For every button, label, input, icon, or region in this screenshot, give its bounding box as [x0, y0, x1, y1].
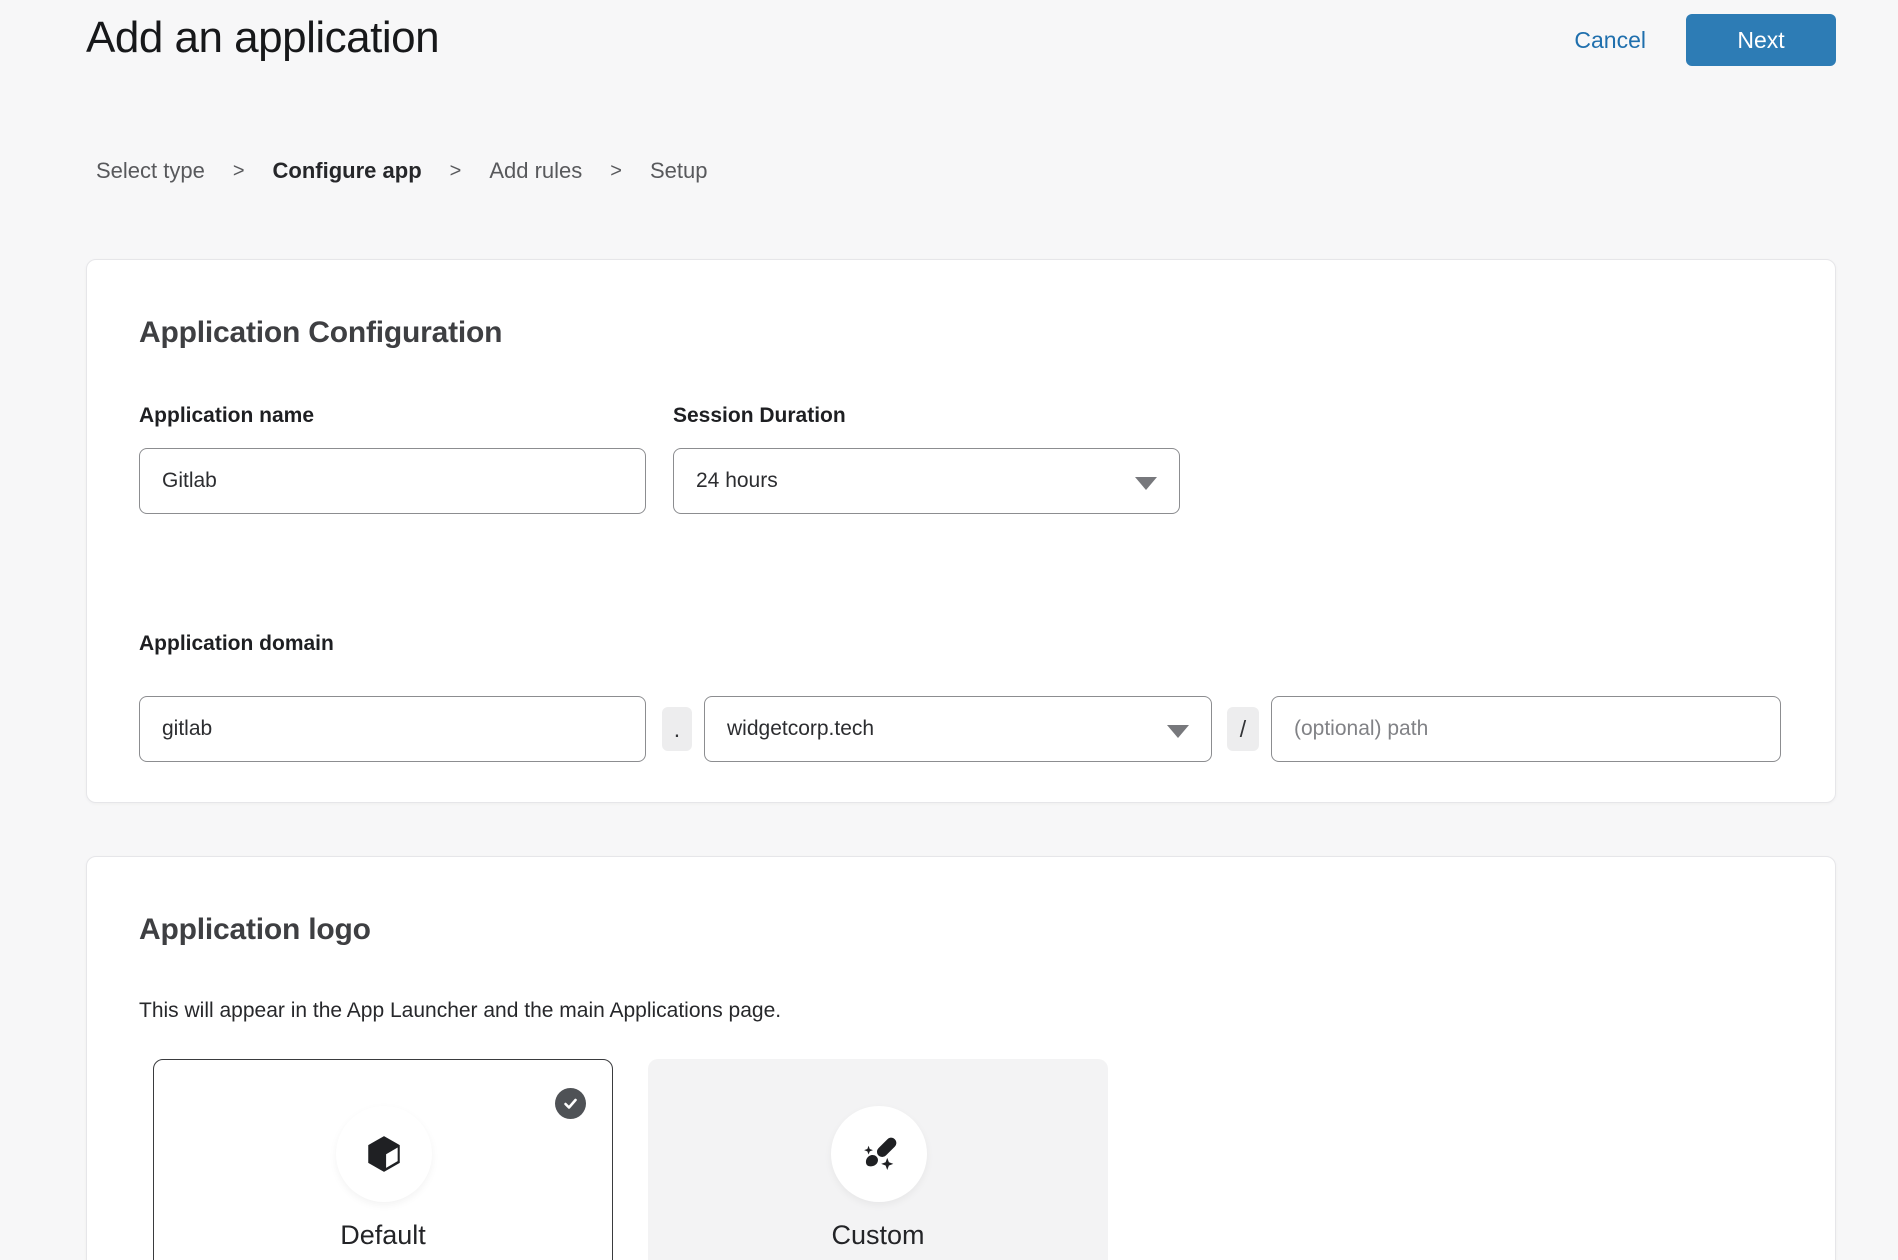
path-input[interactable]: [1271, 696, 1781, 762]
breadcrumb-separator: >: [610, 160, 622, 183]
slash-separator: /: [1227, 707, 1259, 751]
section-heading: Application Configuration: [139, 316, 502, 350]
application-name-label: Application name: [139, 404, 314, 428]
header-actions: Cancel Next: [1574, 14, 1836, 66]
session-duration-select[interactable]: 24 hours: [673, 448, 1180, 514]
session-duration-label: Session Duration: [673, 404, 846, 428]
paintbrush-icon: [857, 1132, 901, 1176]
breadcrumb-separator: >: [233, 160, 245, 183]
chevron-down-icon: [1135, 477, 1157, 490]
dot-separator: .: [662, 707, 692, 751]
step-configure-app[interactable]: Configure app: [273, 158, 422, 184]
subdomain-input[interactable]: [139, 696, 646, 762]
logo-option-custom[interactable]: Custom: [648, 1059, 1108, 1260]
logo-option-default[interactable]: Default: [153, 1059, 613, 1260]
breadcrumb: Select type > Configure app > Add rules …: [96, 158, 707, 184]
step-select-type[interactable]: Select type: [96, 158, 205, 184]
step-setup[interactable]: Setup: [650, 158, 708, 184]
breadcrumb-separator: >: [450, 160, 462, 183]
cancel-button[interactable]: Cancel: [1574, 27, 1646, 54]
logo-preview-circle: [336, 1106, 432, 1202]
chevron-down-icon: [1167, 725, 1189, 738]
application-name-input[interactable]: [139, 448, 646, 514]
logo-option-label: Custom: [649, 1220, 1107, 1251]
logo-description: This will appear in the App Launcher and…: [139, 999, 781, 1023]
cube-icon: [363, 1133, 405, 1175]
application-domain-label: Application domain: [139, 632, 334, 656]
logo-option-label: Default: [154, 1220, 612, 1251]
domain-select[interactable]: widgetcorp.tech: [704, 696, 1212, 762]
domain-value: widgetcorp.tech: [727, 717, 874, 741]
check-icon: [555, 1088, 586, 1119]
session-duration-value: 24 hours: [696, 469, 778, 493]
next-button[interactable]: Next: [1686, 14, 1836, 66]
step-add-rules[interactable]: Add rules: [489, 158, 582, 184]
application-logo-card: Application logo This will appear in the…: [86, 856, 1836, 1260]
add-application-page: Add an application Cancel Next Select ty…: [0, 0, 1898, 1260]
section-heading: Application logo: [139, 913, 371, 947]
logo-preview-circle: [831, 1106, 927, 1202]
application-configuration-card: Application Configuration Application na…: [86, 259, 1836, 803]
logo-options: Default Custom: [153, 1059, 1108, 1260]
page-title: Add an application: [86, 10, 439, 66]
